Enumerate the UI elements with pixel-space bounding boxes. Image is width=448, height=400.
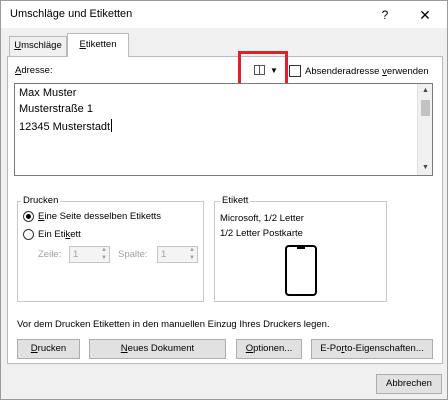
address-line-text: 12345 Musterstadt	[19, 121, 111, 133]
print-group-title: Drucken	[21, 195, 61, 206]
print-button[interactable]: Drucken	[17, 339, 80, 359]
address-textarea[interactable]: Max Muster Musterstraße 1 12345 Musterst…	[14, 83, 433, 176]
text-cursor	[111, 119, 113, 132]
address-line: Musterstraße 1	[19, 103, 93, 115]
options-button[interactable]: Optionen...	[236, 339, 302, 359]
tab-envelopes-label-post: mschläge	[21, 40, 62, 51]
stepper-down-icon: ▼	[101, 255, 107, 261]
label-product: 1/2 Letter Postkarte	[220, 228, 303, 239]
label-group-title: Etikett	[220, 195, 251, 206]
column-stepper: 1 ▲ ▼	[157, 246, 198, 263]
radio-single-label-label[interactable]: Ein Etikett	[38, 229, 81, 240]
envelopes-labels-dialog: Umschläge und Etiketten ? ✕ Umschläge Et…	[0, 0, 448, 400]
options-button-post: ptionen...	[253, 343, 293, 354]
dialog-title: Umschläge und Etiketten	[10, 8, 133, 20]
cancel-button[interactable]: Abbrechen	[376, 374, 442, 394]
radio-single-label-label-post: ett	[70, 229, 81, 240]
help-button[interactable]: ?	[375, 5, 395, 25]
printer-note: Vor dem Drucken Etiketten in den manuell…	[17, 319, 330, 330]
stepper-down-icon: ▼	[189, 255, 195, 261]
address-line-last: 12345 Musterstadt	[19, 119, 113, 133]
close-button[interactable]: ✕	[415, 5, 435, 25]
radio-full-page-label[interactable]: Eine Seite desselben Etiketts	[38, 211, 161, 222]
radio-full-page[interactable]	[23, 211, 34, 222]
tab-labels-label-post: tiketten	[85, 39, 117, 50]
e-porto-button-pre: E-Po	[320, 343, 342, 354]
scroll-thumb[interactable]	[421, 100, 430, 116]
address-label-post: dresse:	[21, 65, 53, 76]
stepper-up-icon: ▲	[189, 247, 195, 253]
title-bar: Umschläge und Etiketten ? ✕	[1, 1, 447, 28]
row-value: 1	[73, 249, 79, 260]
label-preview-icon[interactable]	[285, 245, 317, 296]
address-line: Max Muster	[19, 87, 77, 99]
row-label: Zeile:	[38, 249, 62, 260]
use-sender-address-label[interactable]: Absenderadresse verwenden	[305, 66, 429, 77]
radio-single-label-label-pre: Ein Eti	[38, 229, 66, 240]
tab-labels[interactable]: Etiketten	[67, 33, 129, 57]
new-document-button-post: eues Dokument	[127, 343, 195, 354]
print-button-accesskey: D	[30, 343, 38, 354]
new-document-button[interactable]: Neues Dokument	[89, 339, 226, 359]
label-vendor: Microsoft, 1/2 Letter	[220, 213, 304, 224]
column-label: Spalte:	[118, 249, 148, 260]
scroll-up-icon[interactable]: ▲	[418, 84, 433, 98]
radio-full-page-label-post: ine Seite desselben Etiketts	[44, 211, 162, 222]
use-sender-address-label-pre: Absenderadresse	[305, 66, 383, 77]
stepper-up-icon: ▲	[101, 247, 107, 253]
print-button-post: rucken	[37, 343, 67, 354]
use-sender-address-label-post: erwenden	[386, 66, 429, 77]
address-label: Adresse:	[15, 65, 53, 76]
tab-envelopes[interactable]: Umschläge	[9, 36, 67, 56]
e-porto-button-post: to-Eigenschaften...	[344, 343, 424, 354]
e-porto-properties-button[interactable]: E-Porto-Eigenschaften...	[311, 339, 433, 359]
address-scrollbar[interactable]: ▲ ▼	[417, 84, 432, 175]
radio-single-label[interactable]	[23, 229, 34, 240]
row-stepper: 1 ▲ ▼	[69, 246, 110, 263]
new-document-button-accesskey: N	[120, 343, 128, 354]
column-value: 1	[161, 249, 167, 260]
scroll-down-icon[interactable]: ▼	[418, 161, 433, 175]
use-sender-address-checkbox[interactable]	[289, 65, 301, 77]
